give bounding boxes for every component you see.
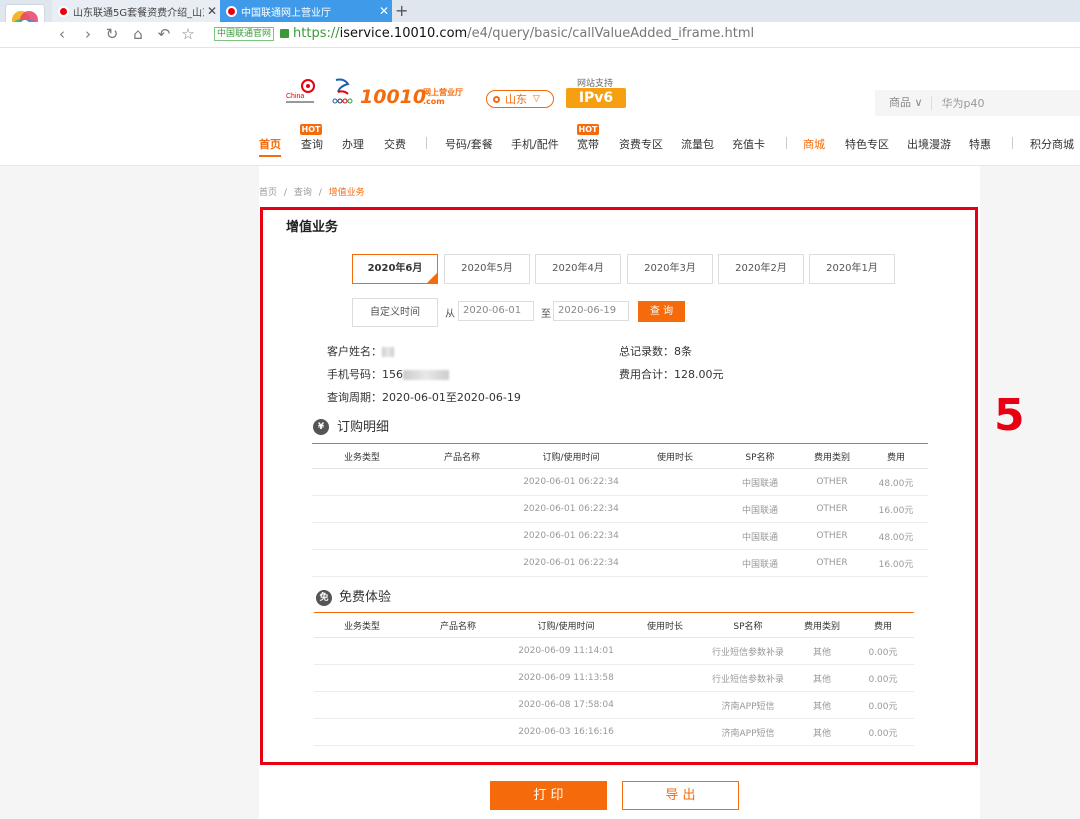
- logo-10010[interactable]: 10010: [360, 86, 426, 108]
- breadcrumb: 首页 / 查询 / 增值业务: [259, 185, 365, 198]
- browser-tab-bar: 山东联通5G套餐资费介绍_山东联 ✕ 中国联通网上营业厅 ✕ +: [0, 0, 1080, 22]
- tab-title: 山东联通5G套餐资费介绍_山东联: [73, 7, 204, 19]
- breadcrumb-separator: /: [318, 188, 322, 198]
- nav-roaming[interactable]: 出境漫游: [907, 136, 951, 152]
- site-verified-badge: 中国联通官网: [214, 26, 275, 41]
- url-path: /e4/query/basic/callValueAdded_iframe.ht…: [467, 26, 755, 41]
- search-input[interactable]: 华为p40: [932, 95, 985, 111]
- nav-broadband[interactable]: 宽带: [577, 136, 599, 152]
- export-button[interactable]: 导 出: [622, 781, 739, 810]
- tab-title: 中国联通网上营业厅: [241, 7, 331, 19]
- breadcrumb-current: 增值业务: [328, 188, 365, 198]
- nav-special-zone[interactable]: 特色专区: [845, 136, 889, 152]
- nav-mall[interactable]: 商城: [803, 136, 825, 152]
- ipv6-badge: IPv6: [566, 88, 626, 108]
- breadcrumb-query[interactable]: 查询: [294, 188, 312, 198]
- breadcrumb-home[interactable]: 首页: [259, 188, 277, 198]
- product-search[interactable]: 商品 ∨ 华为p40: [875, 90, 1080, 116]
- address-bar[interactable]: 中国联通官网 https://iservice.10010.com/e4/que…: [214, 26, 754, 41]
- nav-tariff-zone[interactable]: 资费专区: [619, 136, 663, 152]
- olympic-logo: [330, 76, 354, 106]
- nav-phone-accessories[interactable]: 手机/配件: [511, 136, 559, 152]
- location-pin-icon: [493, 95, 500, 103]
- tab-unicom-online[interactable]: 中国联通网上营业厅 ✕: [220, 0, 392, 22]
- nav-points-mall[interactable]: 积分商城: [1030, 136, 1074, 152]
- hot-badge: HOT: [300, 124, 322, 135]
- undo-icon[interactable]: ↶: [154, 25, 174, 43]
- chevron-down-icon: ▽: [533, 94, 540, 104]
- region-label: 山东: [505, 93, 527, 106]
- unicom-favicon-icon: [58, 5, 69, 17]
- nav-handle[interactable]: 办理: [342, 136, 364, 152]
- logo-subtitle-1: 网上营业厅: [423, 88, 463, 97]
- nav-home[interactable]: 首页: [259, 136, 281, 152]
- home-icon[interactable]: ⌂: [128, 25, 148, 43]
- nav-query[interactable]: 查询: [301, 136, 323, 152]
- close-tab-icon[interactable]: ✕: [376, 4, 392, 18]
- nav-number-plan[interactable]: 号码/套餐: [445, 136, 493, 152]
- forward-icon[interactable]: ›: [78, 25, 98, 43]
- svg-text:China: China: [286, 93, 304, 100]
- breadcrumb-separator: /: [283, 188, 287, 198]
- unicom-favicon-icon: [226, 5, 237, 17]
- nav-separator: [426, 137, 427, 149]
- logo-subtitle-2: .com: [423, 97, 445, 106]
- url-scheme: https://: [293, 26, 340, 41]
- annotation-box: [260, 207, 978, 765]
- lock-icon: [280, 29, 290, 38]
- tab-shandong-5g[interactable]: 山东联通5G套餐资费介绍_山东联 ✕: [52, 0, 220, 22]
- nav-separator: [1012, 137, 1013, 149]
- address-toolbar: ‹ › ↻ ⌂ ↶ ☆ 中国联通官网 https://iservice.1001…: [0, 22, 1080, 48]
- nav-active-underline: [259, 155, 281, 157]
- print-button[interactable]: 打 印: [490, 781, 607, 810]
- new-tab-icon[interactable]: +: [395, 1, 408, 20]
- nav-pay[interactable]: 交费: [384, 136, 406, 152]
- back-icon[interactable]: ‹: [52, 25, 72, 43]
- main-navigation: 首页 查询 办理 交费 号码/套餐 手机/配件 宽带 资费专区 流量包 充值卡 …: [0, 136, 1080, 157]
- nav-recharge-card[interactable]: 充值卡: [732, 136, 765, 152]
- china-unicom-logo[interactable]: China: [284, 78, 328, 106]
- close-tab-icon[interactable]: ✕: [204, 4, 220, 18]
- region-selector[interactable]: 山东 ▽: [486, 90, 554, 108]
- reload-icon[interactable]: ↻: [102, 25, 122, 43]
- hot-badge: HOT: [577, 124, 599, 135]
- nav-data-pack[interactable]: 流量包: [681, 136, 714, 152]
- annotation-number: 5: [994, 390, 1025, 441]
- bookmark-star-icon[interactable]: ☆: [178, 25, 198, 43]
- search-category-select[interactable]: 商品 ∨: [875, 96, 932, 110]
- logo-subtitle: 网上营业厅 .com: [423, 88, 463, 106]
- url-host: iservice.10010.com: [339, 26, 468, 41]
- nav-deals[interactable]: 特惠: [969, 136, 991, 152]
- nav-separator: [786, 137, 787, 149]
